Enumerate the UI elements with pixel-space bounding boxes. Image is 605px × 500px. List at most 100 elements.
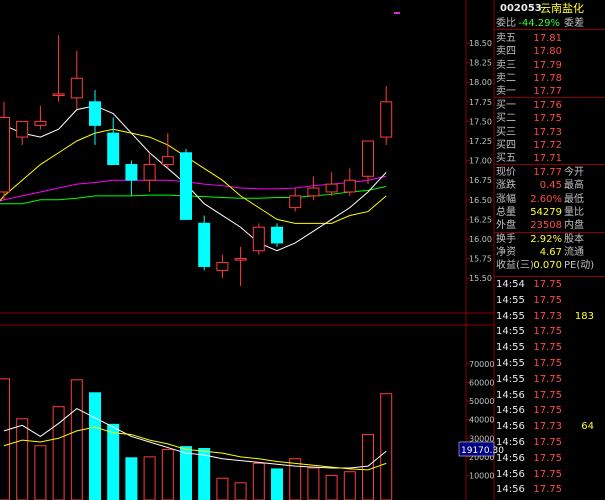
tick-price: 17.75 xyxy=(533,452,562,464)
candle-body xyxy=(234,258,247,261)
quote-divider xyxy=(494,29,605,30)
volume-bar xyxy=(362,434,374,500)
quote-divider xyxy=(494,97,605,98)
candle xyxy=(307,176,320,200)
trade-tick-row: 14:56 17.75 xyxy=(494,389,605,403)
volume-bar xyxy=(180,446,192,500)
tick-time: 14:54 xyxy=(496,279,525,290)
volume-bar xyxy=(89,392,101,500)
stat-label2: 流通 xyxy=(564,246,584,258)
stat-value: 2.60% xyxy=(530,193,562,205)
volume-bar xyxy=(125,457,138,500)
tick-time: 14:55 xyxy=(496,310,525,322)
stat-label2: 股本 xyxy=(564,233,584,245)
bid-price: 17.72 xyxy=(533,139,562,151)
stat-label: 涨幅 xyxy=(496,193,516,205)
stat-row: 总量 54279 量比 xyxy=(494,206,605,220)
ask-row: 卖三 17.79 xyxy=(494,59,605,73)
stat-label2: PE(动) xyxy=(564,260,595,272)
stat-row: 收益(三) 0.070 PE(动) xyxy=(494,259,605,273)
volume-tick-label: 60000 xyxy=(469,379,494,388)
tick-time: 14:56 xyxy=(496,484,525,496)
tick-price: 17.75 xyxy=(533,342,562,354)
volume-bar xyxy=(307,467,320,500)
tick-time: 14:56 xyxy=(496,468,525,480)
volume-bar xyxy=(234,482,247,500)
candle-body xyxy=(362,140,374,177)
tick-price: 17.75 xyxy=(533,468,562,480)
ask-label: 卖四 xyxy=(496,46,516,58)
stat-label: 净资 xyxy=(496,246,516,258)
volume-tick-label: 70000 xyxy=(469,360,494,369)
volume-bar xyxy=(16,418,29,500)
quote-divider xyxy=(494,164,605,165)
candle-body xyxy=(107,132,120,166)
tick-price: 17.75 xyxy=(533,484,562,496)
candle-body xyxy=(307,187,320,197)
bid-label: 买四 xyxy=(496,139,516,151)
stat-label: 总量 xyxy=(496,206,516,218)
trade-tick-row: 14:55 17.75 xyxy=(494,357,605,371)
tick-volume: 183 xyxy=(574,310,594,322)
stat-label2: 最低 xyxy=(564,193,584,205)
ask-row: 卖二 17.78 xyxy=(494,72,605,86)
candlesticks xyxy=(0,35,393,287)
tick-time: 14:56 xyxy=(496,405,525,417)
tick-time: 14:56 xyxy=(496,452,525,464)
price-tick-label: 18.50 xyxy=(469,39,492,48)
volume-bar xyxy=(343,471,356,500)
tick-time: 14:56 xyxy=(496,421,525,433)
candle xyxy=(380,86,393,145)
candle xyxy=(143,152,156,192)
volume-bar xyxy=(271,468,283,500)
candle xyxy=(34,105,47,130)
ask-row: 卖五 17.81 xyxy=(494,32,605,46)
stock-header: 002053 云南盐化 xyxy=(494,2,605,16)
tick-time: 14:55 xyxy=(496,326,525,338)
price-tick-label: 18.25 xyxy=(469,59,492,68)
candle xyxy=(216,254,229,279)
bid-price: 17.75 xyxy=(533,113,562,125)
bid-row: 买四 17.72 xyxy=(494,139,605,153)
trade-tick-row: 14:55 17.73 183 xyxy=(494,310,605,324)
candle-body xyxy=(198,222,211,267)
bid-label: 买一 xyxy=(496,100,516,111)
candle xyxy=(362,140,374,185)
volume-bar xyxy=(34,445,47,500)
trade-tick-row: 14:56 17.75 xyxy=(494,452,605,466)
stat-row: 涨跌 0.45 最高 xyxy=(494,179,605,193)
bid-row: 买一 17.76 xyxy=(494,99,605,113)
volume-axis: 70000600005000040000300002000010000 xyxy=(466,360,494,480)
volume-bar xyxy=(70,379,83,500)
volume-bar xyxy=(143,456,156,500)
ask-label: 卖五 xyxy=(496,33,516,44)
candle-body xyxy=(252,226,265,252)
candle-body xyxy=(161,156,174,166)
volume-bar xyxy=(107,423,120,500)
trade-tick-row: 14:55 17.75 xyxy=(494,294,605,308)
tick-price: 17.75 xyxy=(533,389,562,401)
stat-label: 现价 xyxy=(496,167,516,178)
price-tick-label: 16.50 xyxy=(469,196,492,205)
price-tick-label: 18.00 xyxy=(469,78,492,87)
volume-bar xyxy=(161,448,174,500)
candle xyxy=(52,35,65,102)
candle xyxy=(125,160,138,196)
candle-body xyxy=(143,164,156,181)
bid-row: 买三 17.73 xyxy=(494,126,605,140)
volume-bars xyxy=(0,378,393,500)
tick-price: 17.75 xyxy=(533,326,562,338)
price-axis: 18.50 18.25 18.00 17.75 17.50 17.25 17.00 16.75… xyxy=(466,39,492,283)
volume-bar xyxy=(216,477,229,500)
price-tick-label: 17.25 xyxy=(469,137,492,146)
stat-value: 17.77 xyxy=(533,167,562,178)
volume-bar xyxy=(325,474,338,500)
candle xyxy=(325,172,338,196)
stat-value: 0.45 xyxy=(539,180,562,192)
volume-tick-label: 10000 xyxy=(469,471,494,480)
trade-tick-row: 14:55 17.75 xyxy=(494,325,605,339)
price-tick-label: 15.50 xyxy=(469,274,492,283)
candle-body xyxy=(0,116,10,193)
quote-panel: 002053 云南盐化 委比 -44.29% 委差 卖五 17.81 卖四 17.80 卖三 1… xyxy=(494,0,605,500)
tick-price: 17.75 xyxy=(533,437,562,448)
